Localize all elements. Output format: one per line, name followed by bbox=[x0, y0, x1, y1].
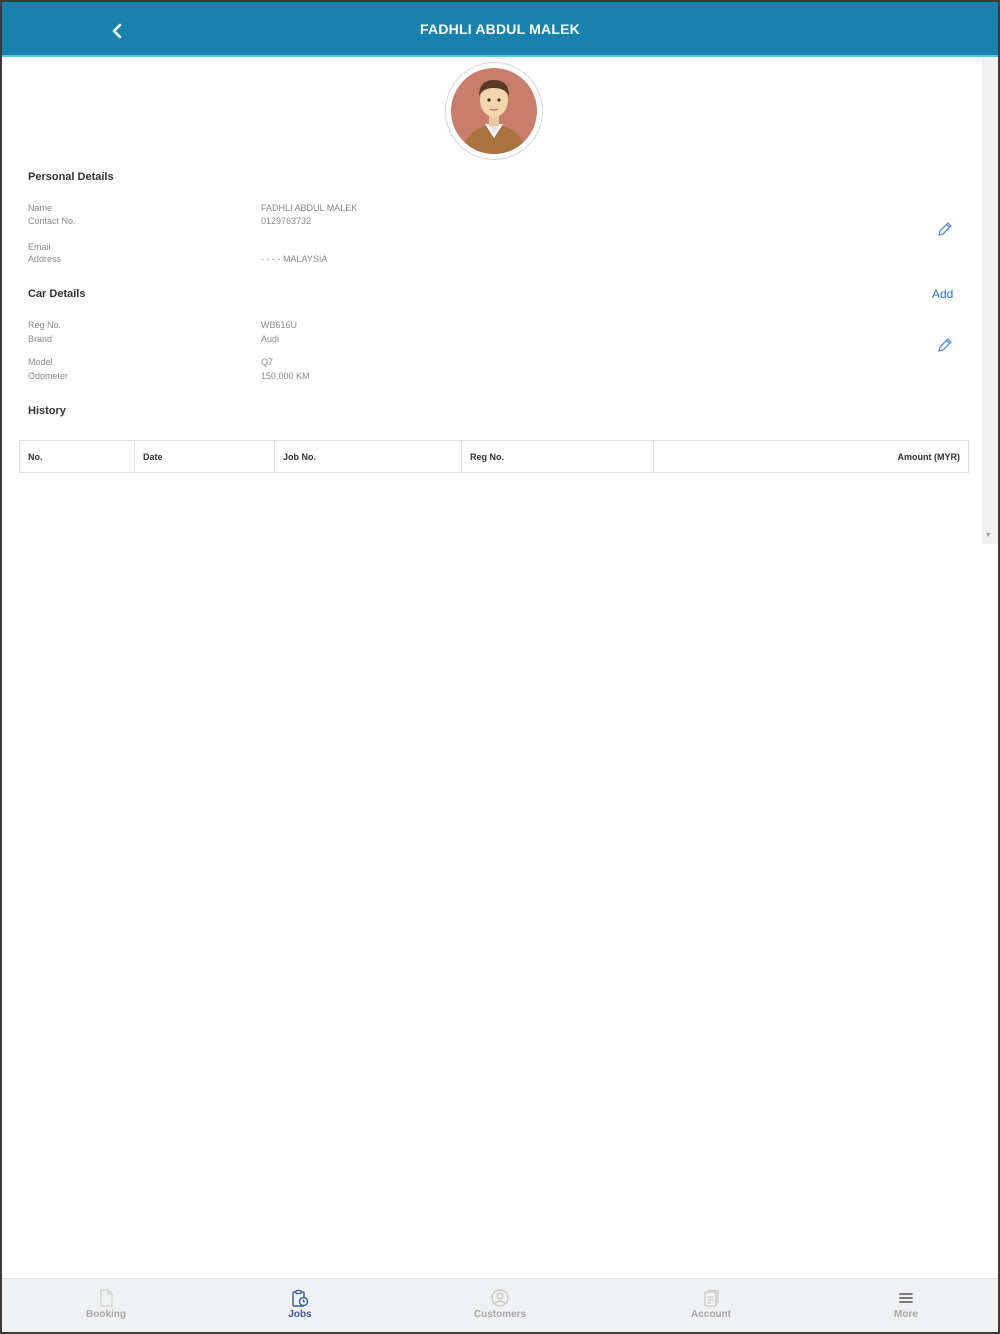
bottom-nav: Booking Jobs Customers Account More bbox=[2, 1278, 998, 1332]
edit-personal-button[interactable] bbox=[934, 218, 956, 240]
brand-value: Audi bbox=[261, 334, 280, 344]
receipt-icon bbox=[704, 1289, 719, 1307]
document-icon bbox=[100, 1289, 113, 1307]
header-bar: FADHLI ABDUL MALEK bbox=[2, 2, 998, 57]
user-circle-icon bbox=[491, 1289, 509, 1307]
scrollbar[interactable] bbox=[982, 59, 998, 544]
pencil-icon bbox=[938, 338, 952, 352]
history-table: No. Date Job No. Reg No. Amount (MYR) bbox=[19, 440, 969, 473]
clipboard-clock-icon bbox=[292, 1289, 309, 1307]
page-title: FADHLI ABDUL MALEK bbox=[420, 21, 580, 37]
person-avatar-icon bbox=[451, 68, 537, 154]
add-car-link[interactable]: Add bbox=[932, 287, 953, 301]
nav-label-booking: Booking bbox=[86, 1309, 126, 1320]
edit-car-button[interactable] bbox=[934, 334, 956, 356]
avatar bbox=[445, 62, 543, 160]
reg-no-label: Reg No. bbox=[28, 320, 62, 330]
history-heading: History bbox=[28, 405, 66, 417]
personal-details-heading: Personal Details bbox=[28, 171, 114, 183]
nav-label-account: Account bbox=[691, 1309, 731, 1320]
nav-item-booking[interactable]: Booking bbox=[46, 1279, 166, 1332]
column-header-reg-no[interactable]: Reg No. bbox=[461, 440, 654, 473]
nav-label-customers: Customers bbox=[473, 1309, 527, 1320]
nav-label-jobs: Jobs bbox=[288, 1309, 312, 1320]
model-label: Model bbox=[28, 357, 53, 367]
app-frame: FADHLI ABDUL MALEK Personal Details Name… bbox=[0, 0, 1000, 1334]
name-label: Name bbox=[28, 203, 53, 213]
pencil-icon bbox=[938, 222, 952, 236]
address-label: Address bbox=[28, 254, 62, 264]
scroll-down-arrow-icon[interactable]: ▼ bbox=[985, 532, 992, 539]
nav-item-customers[interactable]: Customers bbox=[440, 1279, 560, 1332]
column-header-date[interactable]: Date bbox=[134, 440, 275, 473]
contact-value: 0129763732 bbox=[261, 216, 312, 226]
nav-item-jobs[interactable]: Jobs bbox=[240, 1279, 360, 1332]
table-header-row: No. Date Job No. Reg No. Amount (MYR) bbox=[19, 440, 969, 473]
hamburger-icon bbox=[899, 1293, 913, 1303]
address-value: - - - - MALAYSIA bbox=[261, 254, 328, 264]
name-value: FADHLI ABDUL MALEK bbox=[261, 203, 358, 213]
odometer-label: Odometer bbox=[28, 371, 69, 381]
contact-label: Contact No. bbox=[28, 216, 76, 226]
model-value: Q7 bbox=[261, 357, 274, 367]
car-details-heading: Car Details bbox=[28, 288, 86, 300]
nav-item-more[interactable]: More bbox=[846, 1279, 966, 1332]
nav-item-account[interactable]: Account bbox=[651, 1279, 771, 1332]
column-header-job-no[interactable]: Job No. bbox=[274, 440, 462, 473]
column-header-amount[interactable]: Amount (MYR) bbox=[653, 440, 969, 473]
column-header-no[interactable]: No. bbox=[19, 440, 135, 473]
reg-no-value: WB616U bbox=[261, 320, 298, 330]
brand-label: Brand bbox=[28, 334, 53, 344]
nav-label-more: More bbox=[894, 1309, 918, 1320]
email-label: Email bbox=[28, 242, 51, 252]
odometer-value: 150,000 KM bbox=[261, 371, 310, 381]
